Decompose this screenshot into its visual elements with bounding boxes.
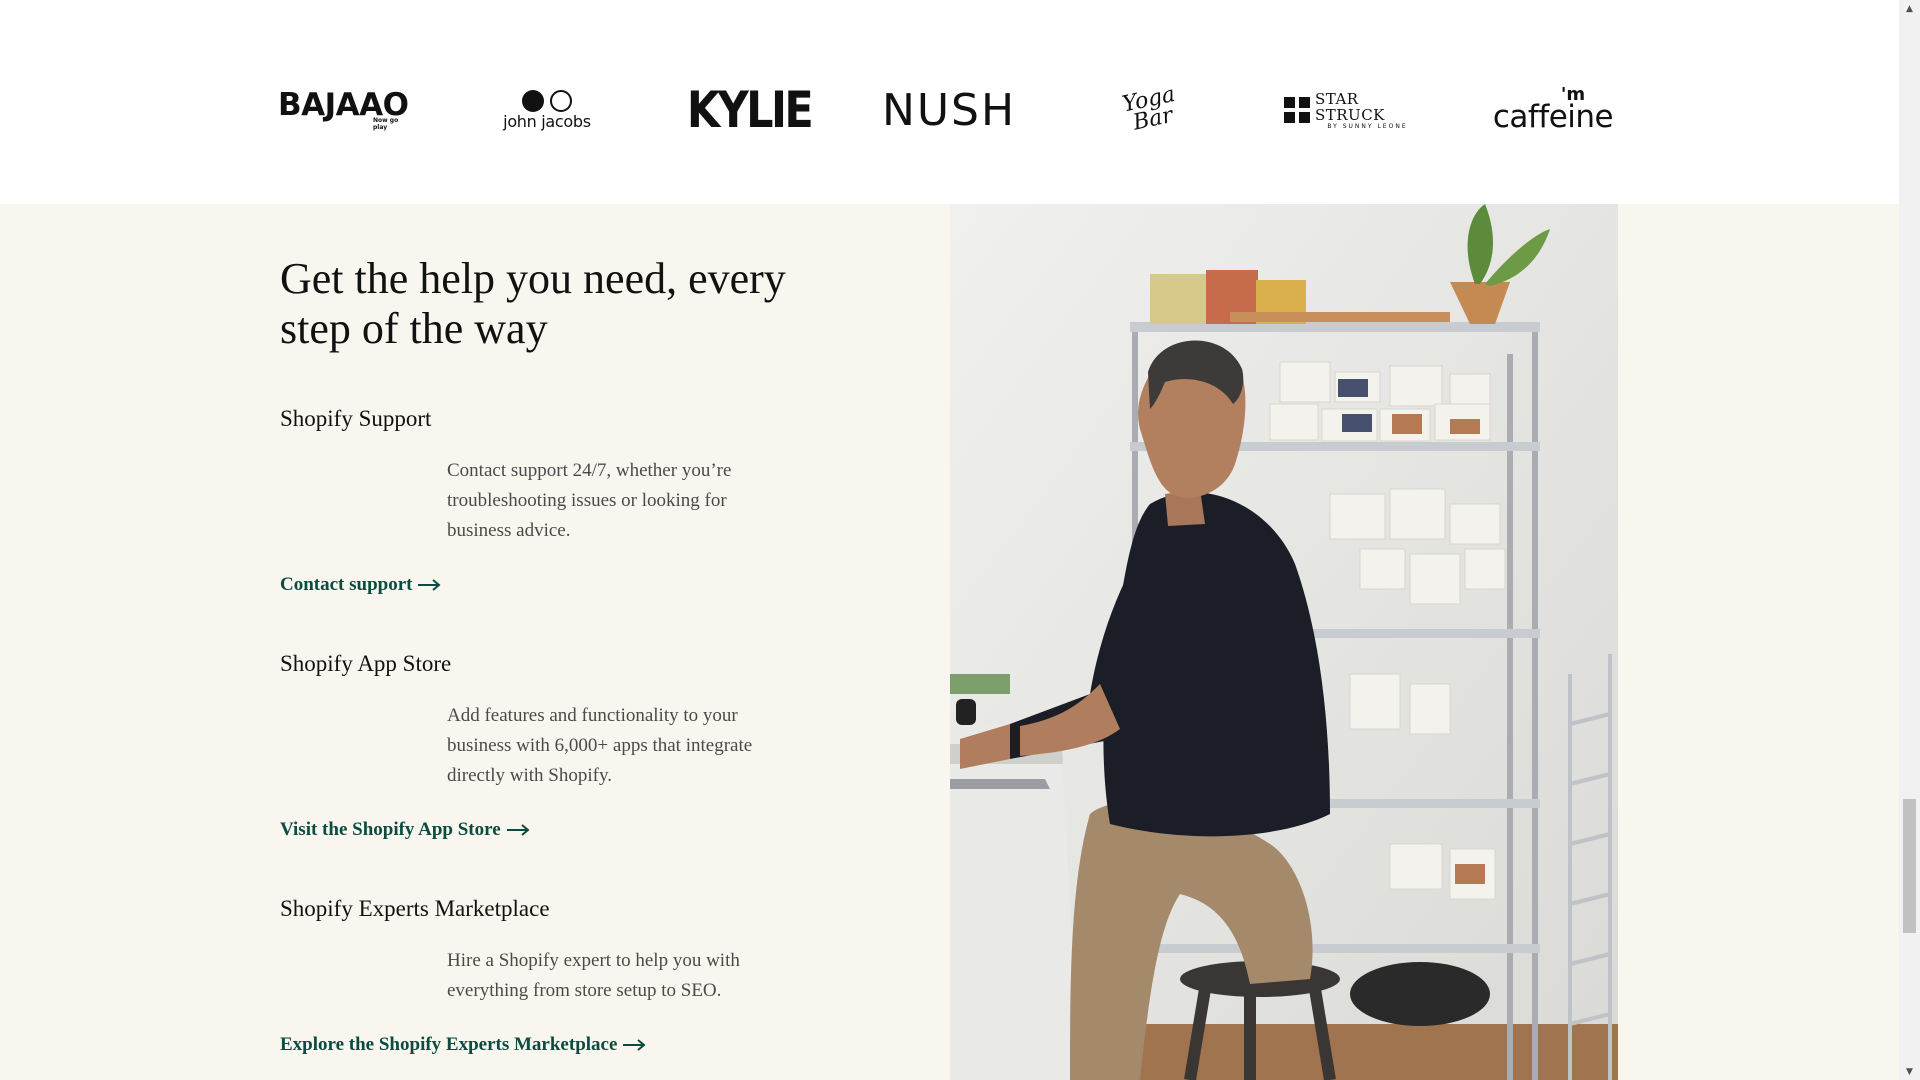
app-store-description: Add features and functionality to your b… — [447, 705, 753, 786]
logo-bajaao: BAJAAO Now go play — [278, 80, 414, 140]
customer-logos: BAJAAO Now go play john jacobs KYLIE NUS… — [0, 0, 1899, 204]
page: BAJAAO Now go play john jacobs KYLIE NUS… — [0, 0, 1899, 1080]
explore-experts-link[interactable]: Explore the Shopify Experts Marketplace — [280, 1034, 647, 1056]
john-jacobs-dots-icon — [522, 90, 572, 112]
logo-john-jacobs: john jacobs — [495, 80, 599, 140]
arrow-right-icon — [506, 824, 530, 836]
logo-star-struck-subline: BY SUNNY LEONE — [1327, 122, 1408, 130]
logo-nush: NUSH — [881, 84, 1017, 136]
page-scrollbar[interactable]: ▲ ▼ — [1899, 0, 1920, 1080]
arrow-right-icon — [418, 579, 442, 591]
explore-experts-link-label: Explore the Shopify Experts Marketplace — [280, 1034, 618, 1055]
logo-kylie: KYLIE — [686, 81, 814, 139]
scrollbar-thumb[interactable] — [1903, 799, 1916, 933]
logo-star-struck-wordmark: STAR STRUCK — [1314, 89, 1385, 124]
visit-app-store-link[interactable]: Visit the Shopify App Store — [280, 819, 531, 841]
contact-support-link-label: Contact support — [280, 574, 413, 595]
logo-bajaao-tagline: Now go play — [373, 116, 399, 131]
star-struck-monogram-icon — [1284, 97, 1310, 123]
scroll-down-arrow-icon[interactable]: ▼ — [1899, 1063, 1920, 1080]
visit-app-store-link-label: Visit the Shopify App Store — [280, 819, 501, 840]
merchant-photo — [950, 204, 1618, 1080]
logo-im-caffeine: 'm caffeine — [1488, 80, 1618, 140]
logo-star-struck: STAR STRUCK BY SUNNY LEONE — [1284, 80, 1420, 140]
help-section: Get the help you need, every step of the… — [0, 204, 1899, 1080]
help-heading: Get the help you need, every step of the… — [280, 254, 786, 353]
arrow-right-icon — [623, 1039, 646, 1051]
experts-title: Shopify Experts Marketplace — [280, 896, 550, 921]
contact-support-link[interactable]: Contact support — [280, 574, 442, 596]
logo-john-jacobs-wordmark: john jacobs — [503, 112, 591, 131]
support-description: Contact support 24/7, whether you’re tro… — [447, 460, 732, 541]
support-title: Shopify Support — [280, 406, 432, 431]
scroll-up-arrow-icon[interactable]: ▲ — [1899, 0, 1920, 17]
logo-bajaao-wordmark: BAJAAO — [278, 86, 409, 123]
logo-yoga-bar: Yoga Bar — [1112, 74, 1189, 146]
app-store-title: Shopify App Store — [280, 651, 452, 676]
merchant-working-image — [950, 204, 1618, 1080]
logo-caffeine-wordmark: caffeine — [1492, 99, 1614, 135]
logo-yoga-bar-line2: Bar — [1130, 102, 1176, 136]
experts-description: Hire a Shopify expert to help you with e… — [447, 950, 740, 1001]
